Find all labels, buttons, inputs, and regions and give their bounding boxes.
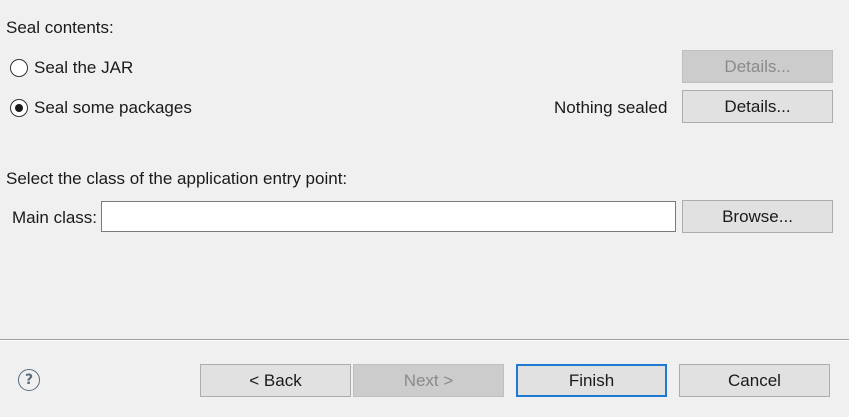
seal-packages-radio[interactable] bbox=[10, 99, 28, 117]
browse-button[interactable]: Browse... bbox=[682, 200, 833, 233]
seal-packages-label[interactable]: Seal some packages bbox=[34, 98, 192, 118]
seal-packages-details-button[interactable]: Details... bbox=[682, 90, 833, 123]
sealed-status-text: Nothing sealed bbox=[554, 98, 668, 117]
seal-packages-radio-option[interactable]: Seal some packages bbox=[10, 97, 192, 119]
entry-point-heading: Select the class of the application entr… bbox=[6, 169, 348, 188]
main-class-label: Main class: bbox=[12, 208, 98, 227]
back-button[interactable]: < Back bbox=[200, 364, 351, 397]
footer-separator bbox=[0, 339, 849, 341]
seal-jar-radio-option[interactable]: Seal the JAR bbox=[10, 57, 133, 79]
seal-jar-radio[interactable] bbox=[10, 59, 28, 77]
seal-jar-details-button[interactable]: Details... bbox=[682, 50, 833, 83]
next-button[interactable]: Next > bbox=[353, 364, 504, 397]
finish-button[interactable]: Finish bbox=[516, 364, 667, 397]
help-icon[interactable]: ? bbox=[18, 369, 40, 391]
seal-contents-heading: Seal contents: bbox=[6, 18, 114, 37]
seal-jar-label[interactable]: Seal the JAR bbox=[34, 58, 133, 78]
main-class-input[interactable] bbox=[101, 201, 676, 232]
cancel-button[interactable]: Cancel bbox=[679, 364, 830, 397]
